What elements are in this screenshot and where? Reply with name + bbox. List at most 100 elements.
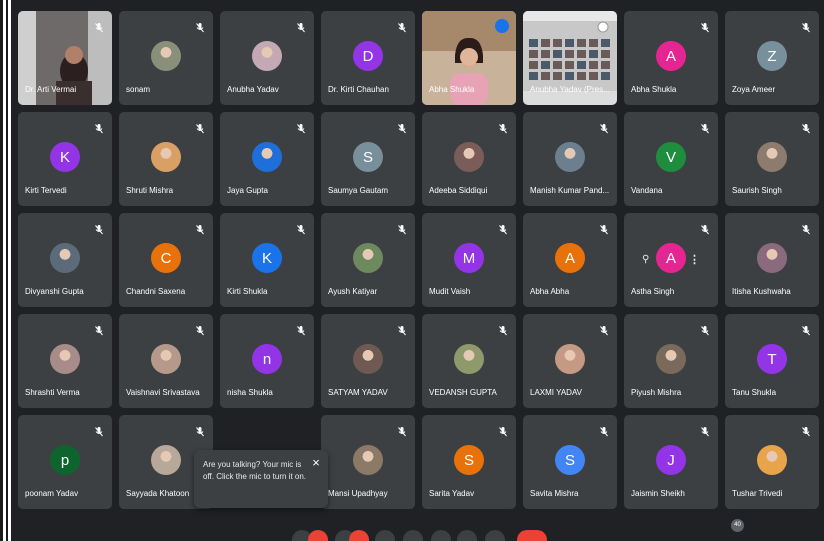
participant-avatar: K: [50, 142, 80, 172]
participant-tile[interactable]: A Abha Shukla: [624, 11, 718, 105]
camera-off-button[interactable]: [349, 530, 369, 541]
participant-name: Anubha Yadav (Pres...: [530, 85, 610, 94]
mic-muted-icon: [499, 323, 507, 336]
participant-tile[interactable]: sonam: [119, 11, 213, 105]
mic-muted-icon: [701, 424, 709, 437]
participant-tile[interactable]: LAXMI YADAV: [523, 314, 617, 408]
participant-name: Piyush Mishra: [631, 388, 682, 397]
participant-avatar: S: [353, 142, 383, 172]
participant-name: sonam: [126, 85, 151, 94]
participant-name: Tushar Trivedi: [732, 489, 783, 498]
participant-tile[interactable]: Itisha Kushwaha: [725, 213, 819, 307]
participant-tile[interactable]: J Jaismin Sheikh: [624, 415, 718, 509]
participant-tile[interactable]: SATYAM YADAV: [321, 314, 415, 408]
participant-tile[interactable]: Tushar Trivedi: [725, 415, 819, 509]
participant-name: Vandana: [631, 186, 663, 195]
participant-tile[interactable]: Jaya Gupta: [220, 112, 314, 206]
participant-tile[interactable]: A ⚲ ⋮ Astha Singh: [624, 213, 718, 307]
participant-photo: [353, 243, 383, 273]
participant-tile[interactable]: Divyanshi Gupta: [18, 213, 112, 307]
participant-name: Mansi Upadhyay: [328, 489, 388, 498]
participant-tile[interactable]: Shruti Mishra: [119, 112, 213, 206]
participant-photo: [757, 142, 787, 172]
captions-button[interactable]: [375, 530, 395, 541]
mic-muted-icon: [196, 222, 204, 235]
mic-muted-icon: [196, 20, 204, 33]
participant-photo: [757, 243, 787, 273]
participant-tile[interactable]: Shrashti Verma: [18, 314, 112, 408]
participant-photo: [757, 445, 787, 475]
participant-tile[interactable]: D Dr. Kirti Chauhan: [321, 11, 415, 105]
participant-name: Jaya Gupta: [227, 186, 268, 195]
mic-muted-icon: [398, 222, 406, 235]
mic-muted-icon: [802, 20, 810, 33]
participant-name: Dr. Arti Vermai: [25, 85, 77, 94]
leave-call-button[interactable]: [517, 530, 547, 541]
emoji-button[interactable]: [403, 530, 423, 541]
participant-tile[interactable]: V Vandana: [624, 112, 718, 206]
participant-tile[interactable]: S Sarita Yadav: [422, 415, 516, 509]
participant-avatar: C: [151, 243, 181, 273]
participant-tile[interactable]: Anubha Yadav (Pres...: [523, 11, 617, 105]
participant-name: SATYAM YADAV: [328, 388, 388, 397]
participant-avatar: Z: [757, 41, 787, 71]
participant-tile[interactable]: C Chandni Saxena: [119, 213, 213, 307]
mic-muted-icon: [196, 323, 204, 336]
participant-tile[interactable]: Abha Shukla: [422, 11, 516, 105]
participant-tile[interactable]: Ayush Katiyar: [321, 213, 415, 307]
participant-tile[interactable]: Adeeba Siddiqui: [422, 112, 516, 206]
participant-name: VEDANSH GUPTA: [429, 388, 497, 397]
more-vert-icon[interactable]: ⋮: [689, 253, 700, 266]
participant-name: nisha Shukla: [227, 388, 273, 397]
participant-avatar: J: [656, 445, 686, 475]
pin-icon[interactable]: ⚲: [642, 254, 649, 265]
mic-muted-icon: [95, 121, 103, 134]
participant-tile[interactable]: S Saumya Gautam: [321, 112, 415, 206]
participant-name: Anubha Yadav: [227, 85, 279, 94]
participant-tile[interactable]: n nisha Shukla: [220, 314, 314, 408]
participant-name: Adeeba Siddiqui: [429, 186, 488, 195]
participant-name: Abha Abha: [530, 287, 570, 296]
left-border: [0, 0, 3, 541]
present-button[interactable]: [431, 530, 451, 541]
participant-avatar: S: [454, 445, 484, 475]
participant-tile[interactable]: Mansi Upadhyay: [321, 415, 415, 509]
participant-tile[interactable]: M Mudit Vaish: [422, 213, 516, 307]
participant-tile[interactable]: p poonam Yadav: [18, 415, 112, 509]
participant-name: Manish Kumar Pand...: [530, 186, 610, 195]
participant-tile[interactable]: Manish Kumar Pand...: [523, 112, 617, 206]
mic-muted-icon: [499, 424, 507, 437]
participant-tile[interactable]: Z Zoya Ameer: [725, 11, 819, 105]
participant-avatar: D: [353, 41, 383, 71]
tooltip-close-button[interactable]: ×: [309, 456, 323, 470]
participant-tile[interactable]: K Kirti Tervedi: [18, 112, 112, 206]
participant-grid: Dr. Arti Vermai sonam Anubha Yadav D Dr. Kir…: [18, 11, 819, 509]
participant-avatar: A: [656, 41, 686, 71]
participant-photo: [151, 344, 181, 374]
more-options-button[interactable]: [485, 530, 505, 541]
mic-muted-icon: [95, 20, 103, 33]
participant-name: Kirti Shukla: [227, 287, 268, 296]
participant-avatar: T: [757, 344, 787, 374]
participant-tile[interactable]: T Tanu Shukla: [725, 314, 819, 408]
participant-avatar: n: [252, 344, 282, 374]
participant-name: Sarita Yadav: [429, 489, 475, 498]
participant-photo: [353, 445, 383, 475]
participant-tile[interactable]: Piyush Mishra: [624, 314, 718, 408]
participant-tile[interactable]: Anubha Yadav: [220, 11, 314, 105]
raise-hand-button[interactable]: [457, 530, 477, 541]
mic-off-button[interactable]: [308, 530, 328, 541]
participant-tile[interactable]: Dr. Arti Vermai: [18, 11, 112, 105]
participant-tile[interactable]: S Savita Mishra: [523, 415, 617, 509]
participant-photo: [50, 243, 80, 273]
participant-tile[interactable]: Saurish Singh: [725, 112, 819, 206]
participant-tile[interactable]: Vaishnavi Srivastava: [119, 314, 213, 408]
participant-tile[interactable]: K Kirti Shukla: [220, 213, 314, 307]
participant-tile[interactable]: VEDANSH GUPTA: [422, 314, 516, 408]
participant-photo: [151, 41, 181, 71]
participant-tile[interactable]: A Abha Abha: [523, 213, 617, 307]
mic-muted-icon: [95, 323, 103, 336]
screenshot-frame: Dr. Arti Vermai sonam Anubha Yadav D Dr. Kir…: [0, 0, 824, 541]
mic-muted-icon: [701, 323, 709, 336]
participant-photo: [252, 142, 282, 172]
